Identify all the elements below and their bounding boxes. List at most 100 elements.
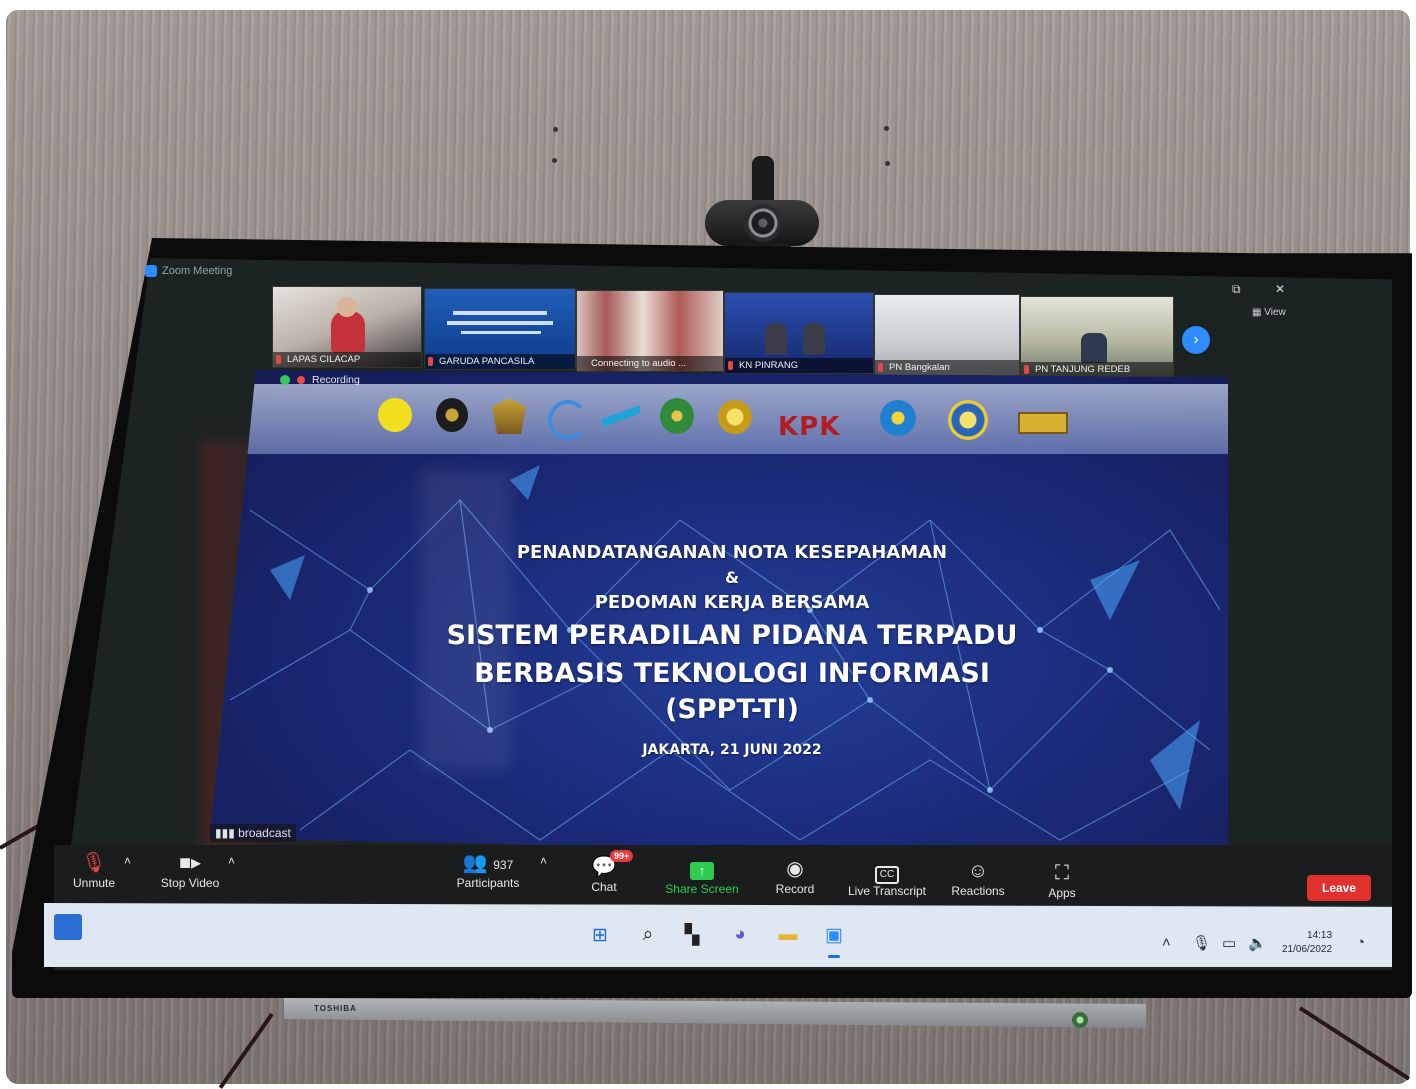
- view-button[interactable]: ▦ View: [1252, 307, 1286, 318]
- participant-name: KN PINRANG: [739, 360, 799, 371]
- windows-taskbar: [44, 903, 1392, 967]
- logo-icon: [602, 402, 640, 430]
- broadcast-label: broadcast: [238, 826, 291, 840]
- participant-name: LAPAS CILACAP: [287, 354, 361, 365]
- reactions-button[interactable]: ☺ Reactions: [948, 858, 1008, 898]
- notifications-icon[interactable]: ◔: [1356, 934, 1365, 951]
- logo-icon: [1018, 412, 1068, 434]
- apps-icon: ⛶: [1055, 862, 1069, 884]
- participant-tile[interactable]: PN Bangkalan: [874, 294, 1020, 376]
- unmute-button[interactable]: 🎙 Unmute: [66, 850, 122, 890]
- wall-screw: [553, 127, 558, 132]
- participants-icon: 👥: [462, 852, 488, 874]
- slide-title-line-1: SISTEM PERADILAN PIDANA TERPADU: [446, 620, 1018, 651]
- shared-screen-slide: KPK PENANDATANGANAN NOTA KESEPAHAMAN & P…: [210, 370, 1228, 858]
- zoom-logo-icon: [145, 265, 157, 277]
- webcam-lens: [744, 204, 782, 242]
- share-screen-label: Share Screen: [665, 882, 739, 896]
- zoom-icon[interactable]: ▣: [822, 923, 846, 947]
- power-led-icon: [1072, 1012, 1088, 1028]
- smiley-plus-icon: ☺: [967, 860, 989, 882]
- muted-mic-icon: [428, 357, 433, 366]
- closed-captions-icon: CC: [842, 858, 932, 884]
- broadcast-indicator: ▮▮▮ broadcast: [210, 824, 296, 842]
- chat-label: Chat: [591, 880, 617, 894]
- logo-icon: [660, 398, 694, 434]
- widgets-icon[interactable]: [54, 914, 82, 940]
- start-icon[interactable]: ⊞: [588, 923, 612, 947]
- clock-date: 21/06/2022: [1282, 944, 1333, 955]
- live-transcript-button[interactable]: CC Live Transcript: [842, 858, 932, 898]
- window-title: Zoom Meeting: [162, 265, 233, 277]
- tv-brand-label: TOSHIBA: [314, 1004, 357, 1013]
- participant-tile[interactable]: KN PINRANG: [724, 292, 874, 374]
- garuda-emblem-icon: [436, 398, 468, 432]
- participants-count: 937: [493, 858, 514, 872]
- restore-icon[interactable]: ⧉: [1232, 282, 1241, 297]
- logo-icon: [718, 400, 752, 434]
- record-icon: ◉: [786, 858, 804, 880]
- video-camera-icon: ■▸: [178, 852, 202, 874]
- participant-name: Connecting to audio ...: [591, 358, 687, 369]
- wall-screw: [884, 126, 889, 131]
- slide-date-place: JAKARTA, 21 JUNI 2022: [642, 742, 822, 758]
- display-icon[interactable]: ▭: [1222, 934, 1236, 952]
- logo-icon: [880, 400, 916, 436]
- wall-screw: [885, 161, 890, 166]
- wall-screw: [552, 158, 557, 163]
- recording-label: Recording: [312, 374, 360, 386]
- next-page-arrow-icon[interactable]: ›: [1182, 326, 1210, 354]
- task-view-icon[interactable]: ▚: [680, 923, 704, 947]
- slide-subtitle-2: PEDOMAN KERJA BERSAMA: [594, 592, 870, 613]
- muted-mic-icon: 🎙: [81, 852, 107, 874]
- apps-label: Apps: [1048, 886, 1076, 900]
- unmute-label: Unmute: [72, 876, 116, 890]
- record-label: Record: [775, 882, 815, 896]
- stop-video-label: Stop Video: [160, 876, 220, 890]
- apps-button[interactable]: ⛶ Apps: [1044, 860, 1080, 900]
- close-icon[interactable]: ✕: [1275, 282, 1285, 296]
- teams-chat-icon[interactable]: ◕: [728, 923, 752, 947]
- show-hidden-icons-chevron-icon[interactable]: ˄: [1162, 934, 1171, 951]
- recording-indicator[interactable]: Recording: [280, 374, 360, 386]
- participant-tile[interactable]: GARUDA PANCASILA: [424, 288, 576, 370]
- muted-mic-icon: [878, 363, 883, 372]
- live-transcript-label: Live Transcript: [847, 884, 927, 898]
- slide-title-line-3: (SPPT-TI): [665, 694, 799, 725]
- participant-name: GARUDA PANCASILA: [439, 356, 535, 367]
- participants-button[interactable]: 👥 937 Participants: [450, 850, 526, 890]
- kpk-logo: KPK: [778, 412, 841, 442]
- screen-glare: [420, 470, 510, 770]
- speaker-icon[interactable]: 🔈: [1248, 934, 1267, 952]
- slide-subtitle-1: PENANDATANGANAN NOTA KESEPAHAMAN: [516, 542, 948, 563]
- participant-name: PN Bangkalan: [889, 362, 950, 373]
- leave-button[interactable]: Leave: [1307, 875, 1371, 901]
- chat-unread-badge: 99+: [610, 850, 634, 862]
- microphone-icon[interactable]: 🎙: [1192, 934, 1211, 952]
- system-clock[interactable]: 14:13 21/06/2022: [1282, 929, 1332, 957]
- zoom-titlebar: Zoom Meeting: [145, 262, 232, 280]
- logo-icon: [948, 400, 988, 440]
- participant-tile[interactable]: LAPAS CILACAP: [272, 286, 422, 368]
- recording-dot-icon: [297, 376, 305, 384]
- participant-tile[interactable]: PN TANJUNG REDEB: [1020, 296, 1174, 378]
- record-button[interactable]: ◉ Record: [770, 856, 820, 896]
- share-screen-button[interactable]: ↑ Share Screen: [660, 856, 744, 896]
- muted-mic-icon: [276, 355, 281, 364]
- file-explorer-icon[interactable]: ▬: [776, 923, 800, 947]
- muted-mic-icon: [1024, 365, 1029, 374]
- share-screen-icon: ↑: [690, 862, 714, 880]
- logo-icon: [548, 400, 588, 440]
- audio-options-chevron-icon[interactable]: ˄: [124, 854, 131, 868]
- participant-tile[interactable]: Connecting to audio ...: [576, 290, 724, 372]
- slide-title-line-2: BERBASIS TEKNOLOGI INFORMASI: [474, 658, 990, 689]
- security-shield-icon: [280, 375, 290, 385]
- stop-video-button[interactable]: ■▸ Stop Video: [154, 850, 226, 890]
- search-icon[interactable]: ⌕: [636, 923, 660, 947]
- muted-mic-icon: [728, 361, 733, 370]
- slide-ampersand: &: [725, 568, 739, 587]
- active-app-indicator: [828, 955, 840, 958]
- participants-label: Participants: [456, 876, 520, 890]
- video-options-chevron-icon[interactable]: ˄: [228, 854, 235, 868]
- participants-options-chevron-icon[interactable]: ˄: [540, 854, 547, 868]
